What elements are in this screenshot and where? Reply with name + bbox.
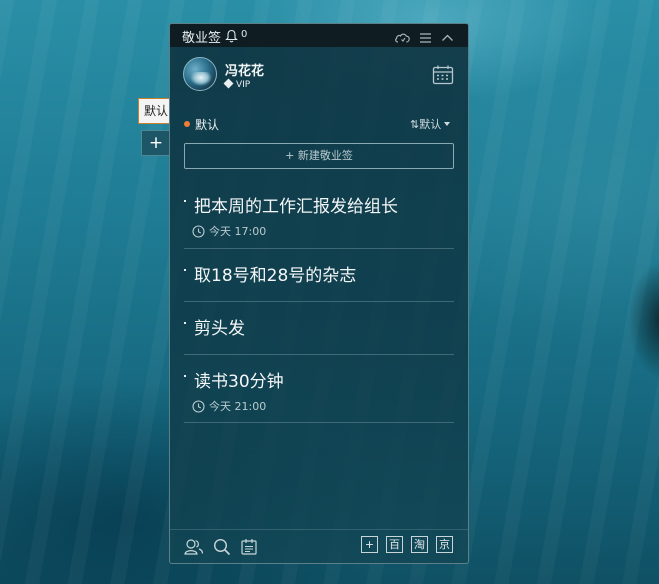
bottom-toolbar: + 百 淘 京 [170, 529, 468, 562]
task-text[interactable]: 读书30分钟 [194, 367, 284, 392]
calendar-icon[interactable] [432, 64, 454, 90]
task-text[interactable]: 取18号和28号的杂志 [194, 261, 356, 286]
bullet-dot [184, 375, 186, 377]
notification-count: 0 [241, 29, 248, 40]
new-note-button[interactable]: + 新建敬业签 [184, 143, 454, 169]
task-text[interactable]: 把本周的工作汇报发给组长 [194, 192, 398, 217]
sort-dropdown[interactable]: ⇅默认 [410, 116, 451, 132]
avatar[interactable] [183, 57, 217, 91]
menu-icon[interactable] [419, 29, 432, 48]
shortcut-add-button[interactable]: + [361, 536, 378, 553]
clock-icon [192, 225, 205, 238]
app-title: 敬业签 [182, 31, 222, 46]
task-item[interactable]: 剪头发 [184, 314, 454, 355]
search-icon[interactable] [213, 538, 231, 560]
shortcut-baidu-button[interactable]: 百 [386, 536, 403, 553]
task-due-time: 今天 17:00 [192, 223, 266, 239]
due-time-label: 今天 21:00 [209, 400, 267, 413]
side-tab-add-button[interactable]: + [141, 130, 170, 156]
task-due-time: 今天 21:00 [192, 398, 266, 414]
category-title: 默认 [195, 118, 220, 132]
username[interactable]: 冯花花 [225, 60, 264, 79]
contacts-icon[interactable] [184, 538, 204, 560]
task-item[interactable]: 读书30分钟 今天 21:00 [184, 367, 454, 423]
task-item[interactable]: 取18号和28号的杂志 [184, 261, 454, 302]
task-text[interactable]: 剪头发 [194, 314, 245, 339]
diamond-icon [223, 78, 234, 89]
due-time-label: 今天 17:00 [209, 225, 267, 238]
bullet-dot [184, 322, 186, 324]
task-item[interactable]: 把本周的工作汇报发给组长 今天 17:00 [184, 192, 454, 249]
caret-down-icon [444, 122, 451, 126]
shortcut-jd-button[interactable]: 京 [436, 536, 453, 553]
side-tab-default-category[interactable]: 默认 [138, 98, 170, 124]
sort-label: ⇅默认 [410, 118, 442, 131]
vip-badge: VIP [223, 78, 251, 90]
category-color-dot [184, 121, 190, 127]
cloud-sync-icon[interactable] [394, 29, 411, 48]
notes-icon[interactable] [240, 538, 258, 560]
background-diver-shape [628, 260, 659, 380]
clock-icon [192, 400, 205, 413]
title-bar[interactable]: 敬业签 0 [170, 24, 468, 47]
collapse-up-icon[interactable] [441, 29, 454, 48]
bullet-dot [184, 269, 186, 271]
sticky-note-window: 敬业签 0 冯花花 VIP 默认 ⇅默认 + 新建敬业签 把本周的工作汇报发给组… [169, 23, 469, 564]
bell-icon[interactable] [225, 28, 238, 47]
bullet-dot [184, 200, 186, 202]
shortcut-taobao-button[interactable]: 淘 [411, 536, 428, 553]
vip-label: VIP [236, 80, 251, 90]
